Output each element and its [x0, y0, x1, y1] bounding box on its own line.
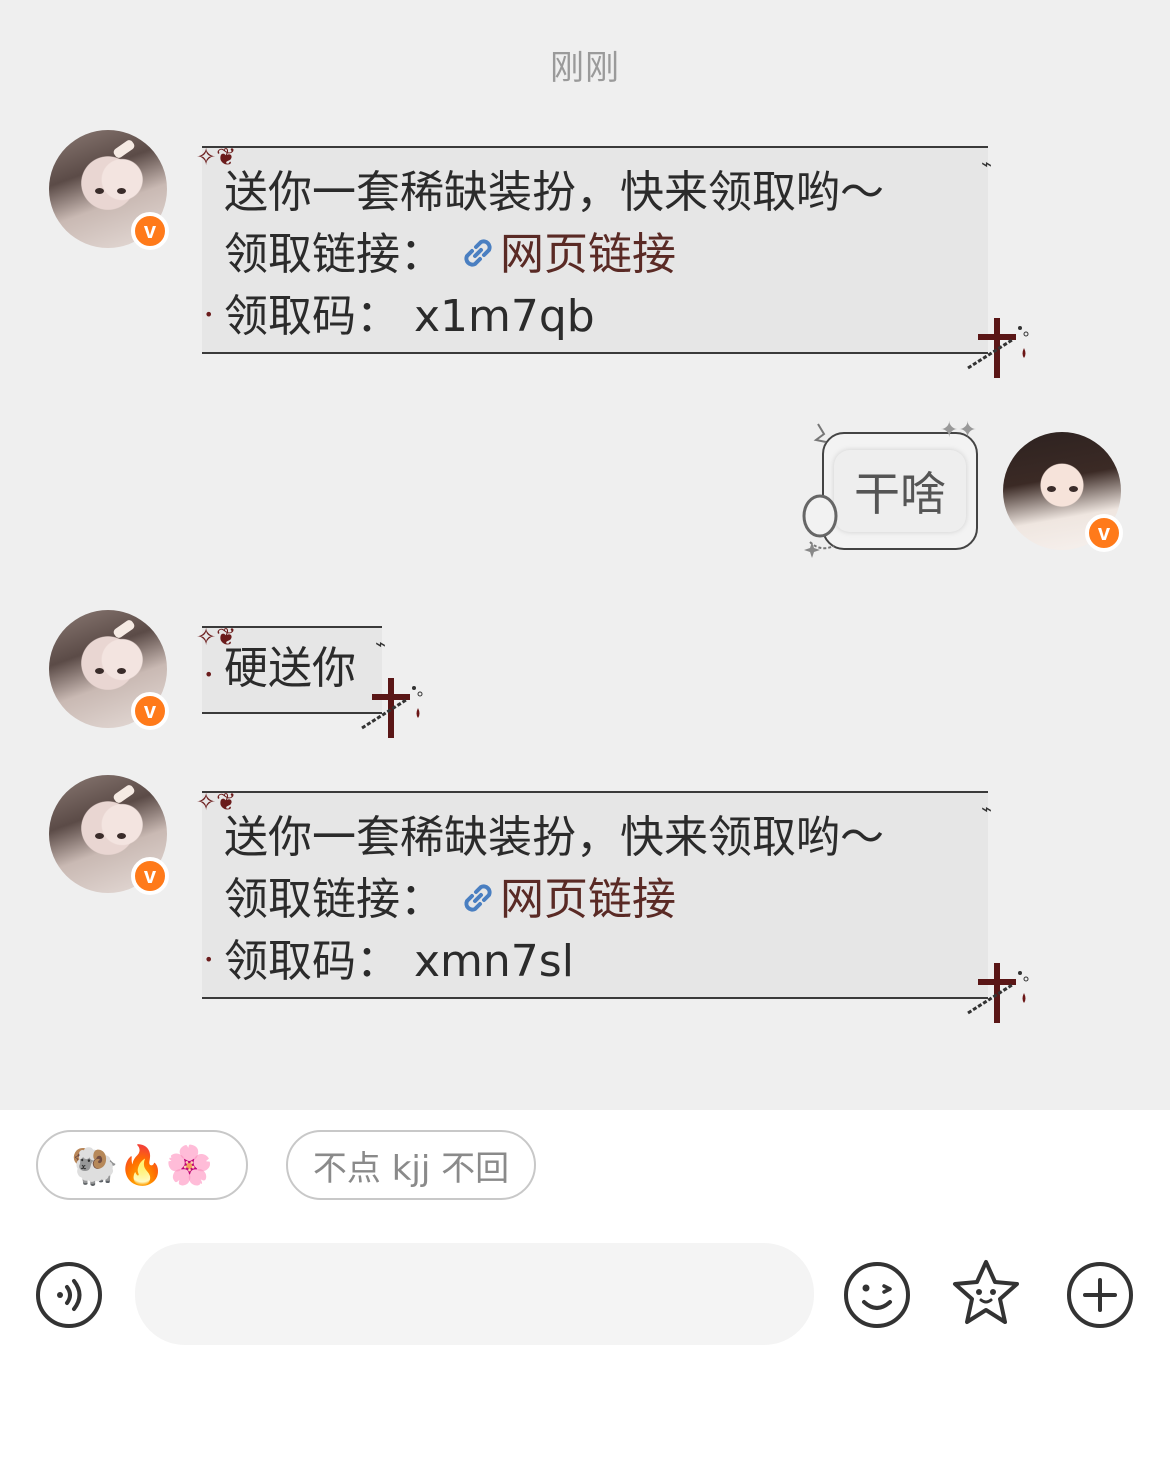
- web-link[interactable]: 网页链接: [458, 229, 676, 280]
- pulse-decoration-icon: ⌁: [375, 634, 386, 655]
- cross-chain-decoration-icon: [967, 963, 1029, 1023]
- web-link-text: 网页链接: [500, 229, 676, 280]
- heart-decoration-icon: ✧❦: [196, 788, 237, 816]
- cross-chain-decoration-icon: [967, 318, 1029, 378]
- message-code-line: 领取码： x1m7qb: [224, 291, 595, 342]
- message-text-line: 送你一套稀缺装扮，快来领取哟～: [224, 167, 884, 218]
- sender-avatar[interactable]: v: [49, 610, 169, 730]
- plus-icon[interactable]: [1065, 1260, 1135, 1330]
- sender-avatar[interactable]: v: [49, 775, 169, 895]
- link-label: 领取链接：: [224, 874, 444, 925]
- verified-badge-icon: v: [131, 857, 169, 895]
- message-link-line: 领取链接： 网页链接: [224, 869, 968, 931]
- pulse-decoration-icon: ⌁: [981, 154, 992, 175]
- verified-badge-icon: v: [1085, 514, 1123, 552]
- star-sticker-icon[interactable]: [948, 1256, 1024, 1332]
- quick-reply-text[interactable]: 不点 kjj 不回: [286, 1130, 536, 1200]
- message-bubble-gift-1[interactable]: ✧❦ ⌁ • 送你一套稀缺装扮，快来领取哟～ 领取链接： 网页链接 领取码： x…: [196, 143, 992, 354]
- emoji-icon[interactable]: [842, 1260, 912, 1330]
- message-input[interactable]: [135, 1243, 814, 1345]
- link-icon: [464, 239, 492, 267]
- message-bubble-short[interactable]: ✧❦ ⌁ • 硬送你: [196, 623, 386, 714]
- chat-area[interactable]: 刚刚 v ✧❦ ⌁ • 送你一套稀缺装扮，快来领取哟～ 领取链接： 网页链接 领…: [0, 0, 1170, 1110]
- link-icon: [464, 884, 492, 912]
- verified-badge-icon: v: [131, 692, 169, 730]
- drop-decoration-icon: •: [204, 305, 214, 324]
- drop-decoration-icon: •: [204, 665, 214, 684]
- my-avatar[interactable]: v: [1003, 432, 1123, 552]
- web-link-text: 网页链接: [500, 874, 676, 925]
- message-timestamp: 刚刚: [550, 48, 620, 88]
- heart-decoration-icon: ✧❦: [196, 623, 237, 651]
- quick-reply-emoji[interactable]: 🐏🔥🌸: [36, 1130, 248, 1200]
- link-label: 领取链接：: [224, 229, 444, 280]
- web-link[interactable]: 网页链接: [458, 874, 676, 925]
- message-link-line: 领取链接： 网页链接: [224, 224, 968, 286]
- message-code-line: 领取码： xmn7sl: [224, 936, 574, 987]
- drop-decoration-icon: •: [204, 950, 214, 969]
- sender-avatar[interactable]: v: [49, 130, 169, 250]
- input-bar: [0, 1240, 1170, 1350]
- heart-decoration-icon: ✧❦: [196, 143, 237, 171]
- pulse-decoration-icon: ⌁: [981, 799, 992, 820]
- message-text-line: 送你一套稀缺装扮，快来领取哟～: [224, 812, 884, 863]
- cross-chain-decoration-icon: [361, 678, 423, 738]
- voice-icon[interactable]: [34, 1260, 104, 1330]
- sparkle-decoration-icon: ✦✦: [940, 418, 977, 443]
- mirror-decoration-icon: [802, 423, 838, 558]
- verified-badge-icon: v: [131, 212, 169, 250]
- message-bubble-gift-2[interactable]: ✧❦ ⌁ • 送你一套稀缺装扮，快来领取哟～ 领取链接： 网页链接 领取码： x…: [196, 788, 992, 999]
- message-text: 硬送你: [224, 643, 356, 694]
